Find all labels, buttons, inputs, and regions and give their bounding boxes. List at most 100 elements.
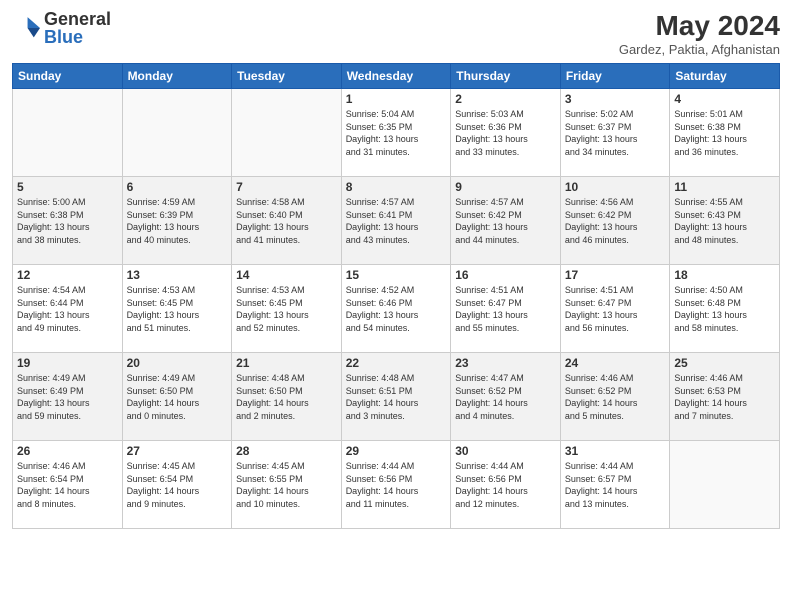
header: General Blue May 2024 Gardez, Paktia, Af… — [12, 10, 780, 57]
day-info: Sunrise: 4:44 AM Sunset: 6:56 PM Dayligh… — [346, 460, 447, 510]
week-row-2: 5 Sunrise: 5:00 AM Sunset: 6:38 PM Daylig… — [13, 177, 780, 265]
weekday-header-thursday: Thursday — [451, 64, 561, 89]
day-number: 6 — [127, 180, 228, 194]
calendar-cell: 29 Sunrise: 4:44 AM Sunset: 6:56 PM Dayli… — [341, 441, 451, 529]
calendar-cell: 6 Sunrise: 4:59 AM Sunset: 6:39 PM Daylig… — [122, 177, 232, 265]
day-info: Sunrise: 4:59 AM Sunset: 6:39 PM Dayligh… — [127, 196, 228, 246]
day-info: Sunrise: 5:02 AM Sunset: 6:37 PM Dayligh… — [565, 108, 666, 158]
weekday-header-wednesday: Wednesday — [341, 64, 451, 89]
logo: General Blue — [12, 10, 111, 46]
calendar-cell: 7Sunrise: 4:58 AM Sunset: 6:40 PM Daylig… — [232, 177, 342, 265]
logo-general: General — [44, 10, 111, 28]
day-number: 10 — [565, 180, 666, 194]
calendar-cell: 4 Sunrise: 5:01 AM Sunset: 6:38 PM Daylig… — [670, 89, 780, 177]
calendar-cell: 24 Sunrise: 4:46 AM Sunset: 6:52 PM Dayli… — [560, 353, 670, 441]
day-info: Sunrise: 4:48 AM Sunset: 6:50 PM Dayligh… — [236, 372, 337, 422]
calendar-cell: 28 Sunrise: 4:45 AM Sunset: 6:55 PM Dayli… — [232, 441, 342, 529]
day-number: 19 — [17, 356, 118, 370]
day-info: Sunrise: 4:57 AM Sunset: 6:41 PM Dayligh… — [346, 196, 447, 246]
calendar-cell: 19Sunrise: 4:49 AM Sunset: 6:49 PM Dayli… — [13, 353, 123, 441]
day-info: Sunrise: 4:49 AM Sunset: 6:50 PM Dayligh… — [127, 372, 228, 422]
day-info: Sunrise: 4:53 AM Sunset: 6:45 PM Dayligh… — [127, 284, 228, 334]
day-number: 31 — [565, 444, 666, 458]
day-info: Sunrise: 4:51 AM Sunset: 6:47 PM Dayligh… — [455, 284, 556, 334]
logo-blue: Blue — [44, 28, 111, 46]
day-number: 12 — [17, 268, 118, 282]
day-number: 28 — [236, 444, 337, 458]
weekday-header-row: SundayMondayTuesdayWednesdayThursdayFrid… — [13, 64, 780, 89]
calendar-cell: 1Sunrise: 5:04 AM Sunset: 6:35 PM Daylig… — [341, 89, 451, 177]
day-number: 30 — [455, 444, 556, 458]
week-row-5: 26 Sunrise: 4:46 AM Sunset: 6:54 PM Dayli… — [13, 441, 780, 529]
day-info: Sunrise: 4:52 AM Sunset: 6:46 PM Dayligh… — [346, 284, 447, 334]
calendar-cell: 10Sunrise: 4:56 AM Sunset: 6:42 PM Dayli… — [560, 177, 670, 265]
day-info: Sunrise: 4:45 AM Sunset: 6:54 PM Dayligh… — [127, 460, 228, 510]
day-number: 7 — [236, 180, 337, 194]
calendar-cell: 2 Sunrise: 5:03 AM Sunset: 6:36 PM Daylig… — [451, 89, 561, 177]
calendar-cell: 22Sunrise: 4:48 AM Sunset: 6:51 PM Dayli… — [341, 353, 451, 441]
day-number: 8 — [346, 180, 447, 194]
week-row-4: 19Sunrise: 4:49 AM Sunset: 6:49 PM Dayli… — [13, 353, 780, 441]
calendar-cell: 11Sunrise: 4:55 AM Sunset: 6:43 PM Dayli… — [670, 177, 780, 265]
logo-icon — [12, 14, 40, 42]
day-number: 4 — [674, 92, 775, 106]
day-info: Sunrise: 4:54 AM Sunset: 6:44 PM Dayligh… — [17, 284, 118, 334]
day-number: 3 — [565, 92, 666, 106]
location: Gardez, Paktia, Afghanistan — [619, 42, 780, 57]
calendar-cell: 27 Sunrise: 4:45 AM Sunset: 6:54 PM Dayli… — [122, 441, 232, 529]
day-number: 23 — [455, 356, 556, 370]
day-number: 16 — [455, 268, 556, 282]
day-info: Sunrise: 4:47 AM Sunset: 6:52 PM Dayligh… — [455, 372, 556, 422]
calendar-table: SundayMondayTuesdayWednesdayThursdayFrid… — [12, 63, 780, 529]
day-info: Sunrise: 4:46 AM Sunset: 6:54 PM Dayligh… — [17, 460, 118, 510]
calendar-cell — [670, 441, 780, 529]
day-number: 11 — [674, 180, 775, 194]
calendar-cell: 16 Sunrise: 4:51 AM Sunset: 6:47 PM Dayli… — [451, 265, 561, 353]
calendar-cell: 26 Sunrise: 4:46 AM Sunset: 6:54 PM Dayli… — [13, 441, 123, 529]
title-block: May 2024 Gardez, Paktia, Afghanistan — [619, 10, 780, 57]
day-number: 15 — [346, 268, 447, 282]
calendar-cell — [13, 89, 123, 177]
day-info: Sunrise: 4:46 AM Sunset: 6:52 PM Dayligh… — [565, 372, 666, 422]
calendar-cell — [232, 89, 342, 177]
day-info: Sunrise: 5:03 AM Sunset: 6:36 PM Dayligh… — [455, 108, 556, 158]
calendar-cell: 15 Sunrise: 4:52 AM Sunset: 6:46 PM Dayli… — [341, 265, 451, 353]
calendar-cell: 3 Sunrise: 5:02 AM Sunset: 6:37 PM Daylig… — [560, 89, 670, 177]
calendar-cell: 5 Sunrise: 5:00 AM Sunset: 6:38 PM Daylig… — [13, 177, 123, 265]
day-info: Sunrise: 4:45 AM Sunset: 6:55 PM Dayligh… — [236, 460, 337, 510]
day-info: Sunrise: 4:57 AM Sunset: 6:42 PM Dayligh… — [455, 196, 556, 246]
day-info: Sunrise: 5:00 AM Sunset: 6:38 PM Dayligh… — [17, 196, 118, 246]
calendar-cell: 12 Sunrise: 4:54 AM Sunset: 6:44 PM Dayli… — [13, 265, 123, 353]
day-info: Sunrise: 4:46 AM Sunset: 6:53 PM Dayligh… — [674, 372, 775, 422]
day-number: 22 — [346, 356, 447, 370]
day-number: 21 — [236, 356, 337, 370]
calendar-cell: 25Sunrise: 4:46 AM Sunset: 6:53 PM Dayli… — [670, 353, 780, 441]
day-info: Sunrise: 4:44 AM Sunset: 6:57 PM Dayligh… — [565, 460, 666, 510]
weekday-header-sunday: Sunday — [13, 64, 123, 89]
day-number: 5 — [17, 180, 118, 194]
weekday-header-tuesday: Tuesday — [232, 64, 342, 89]
day-number: 2 — [455, 92, 556, 106]
day-number: 13 — [127, 268, 228, 282]
day-info: Sunrise: 4:53 AM Sunset: 6:45 PM Dayligh… — [236, 284, 337, 334]
day-info: Sunrise: 5:01 AM Sunset: 6:38 PM Dayligh… — [674, 108, 775, 158]
week-row-3: 12 Sunrise: 4:54 AM Sunset: 6:44 PM Dayli… — [13, 265, 780, 353]
calendar-cell: 8 Sunrise: 4:57 AM Sunset: 6:41 PM Daylig… — [341, 177, 451, 265]
day-number: 24 — [565, 356, 666, 370]
day-number: 26 — [17, 444, 118, 458]
day-number: 18 — [674, 268, 775, 282]
day-number: 1 — [346, 92, 447, 106]
calendar-cell: 31 Sunrise: 4:44 AM Sunset: 6:57 PM Dayli… — [560, 441, 670, 529]
calendar-cell: 9Sunrise: 4:57 AM Sunset: 6:42 PM Daylig… — [451, 177, 561, 265]
logo-text: General Blue — [44, 10, 111, 46]
calendar-cell: 13 Sunrise: 4:53 AM Sunset: 6:45 PM Dayli… — [122, 265, 232, 353]
calendar-cell: 30Sunrise: 4:44 AM Sunset: 6:56 PM Dayli… — [451, 441, 561, 529]
week-row-1: 1Sunrise: 5:04 AM Sunset: 6:35 PM Daylig… — [13, 89, 780, 177]
day-number: 27 — [127, 444, 228, 458]
day-number: 14 — [236, 268, 337, 282]
calendar-cell: 20Sunrise: 4:49 AM Sunset: 6:50 PM Dayli… — [122, 353, 232, 441]
weekday-header-saturday: Saturday — [670, 64, 780, 89]
day-number: 17 — [565, 268, 666, 282]
calendar-cell: 18Sunrise: 4:50 AM Sunset: 6:48 PM Dayli… — [670, 265, 780, 353]
day-number: 29 — [346, 444, 447, 458]
